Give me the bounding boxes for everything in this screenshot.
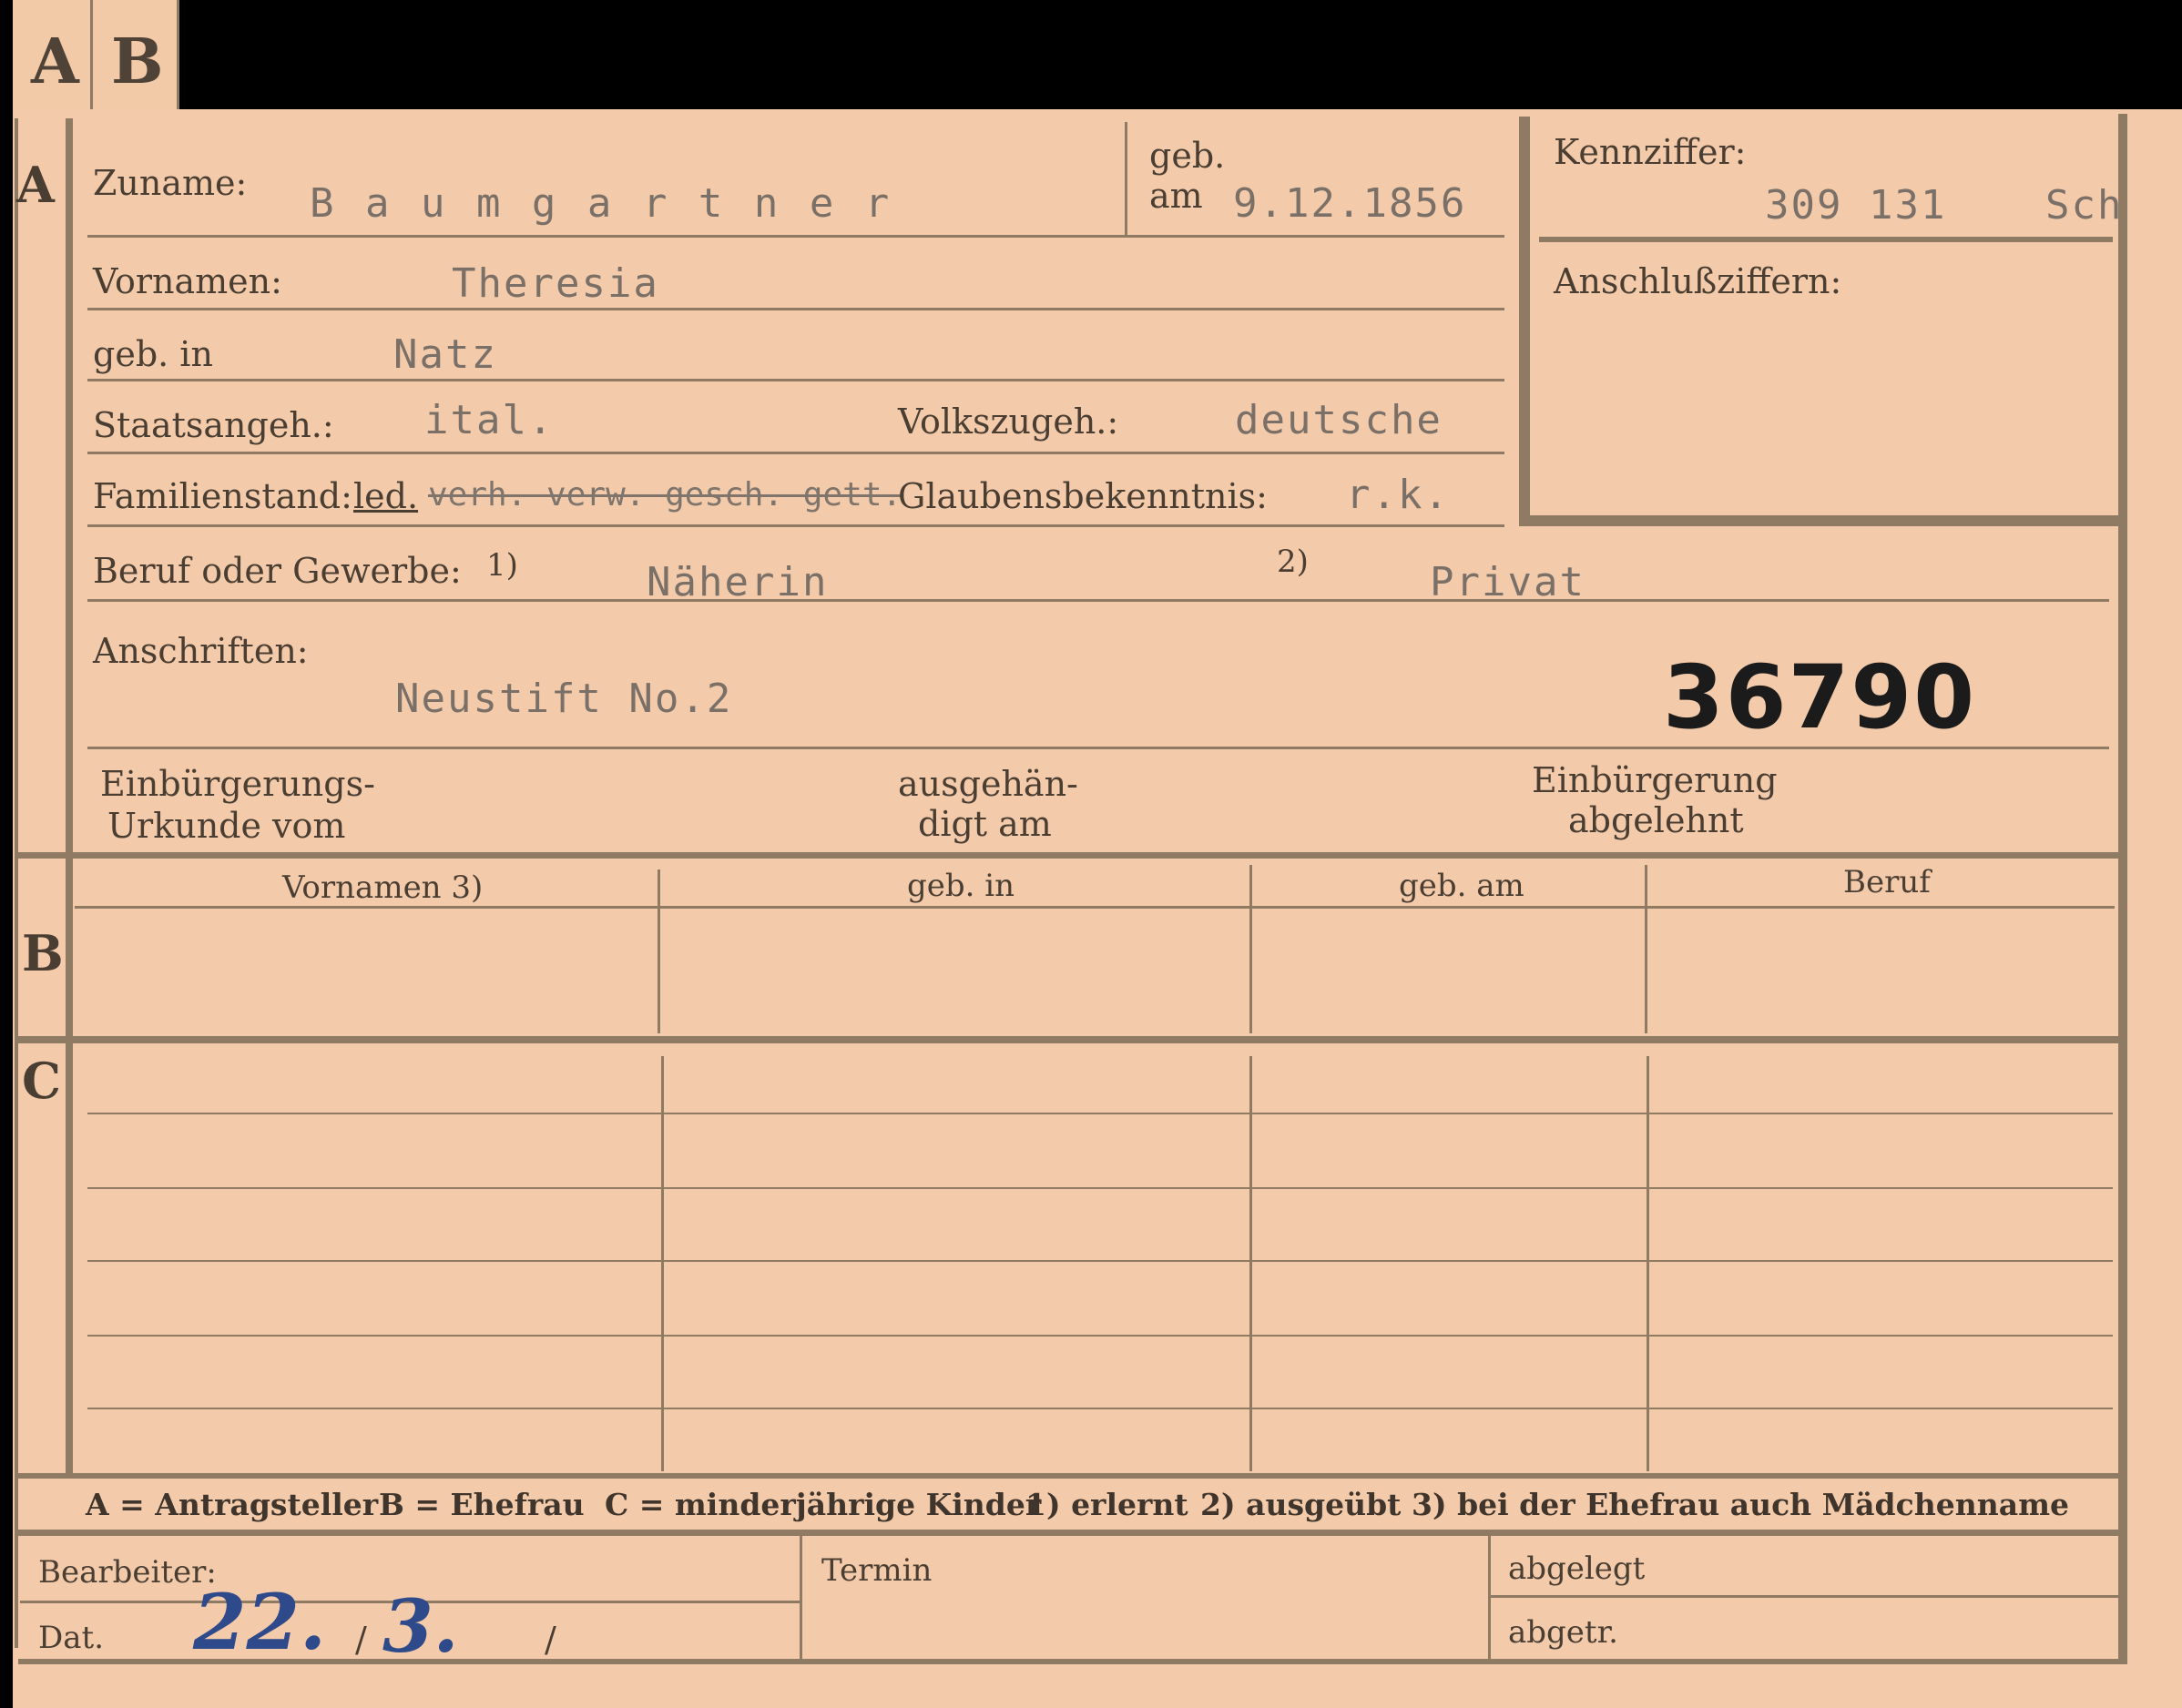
gebin-rule — [87, 379, 1504, 381]
anschriften-value: Neustift No.2 — [395, 676, 733, 722]
section-ab-separator — [18, 852, 2122, 859]
familienstand-label: Familienstand: — [93, 476, 352, 516]
ausgeh-label-1: ausgehän- — [898, 764, 1078, 804]
b-col-gebin: geb. in — [907, 868, 1015, 904]
geb-divider — [1125, 122, 1127, 235]
b-col-gebam: geb. am — [1399, 868, 1524, 904]
b-col-beruf: Beruf — [1843, 864, 1931, 900]
b-col2-divider — [1249, 865, 1252, 1033]
c-row-5 — [87, 1408, 2113, 1409]
kennziffer-suffix: Sch — [2045, 182, 2124, 229]
geb-in-value: Natz — [393, 331, 497, 378]
c-row-4 — [87, 1335, 2113, 1337]
familienstand-value: led. — [353, 476, 419, 516]
einb-abgelehnt-label-1: Einbürgerung — [1532, 760, 1778, 800]
geb-label: geb. — [1149, 136, 1226, 176]
zuname-rule — [87, 235, 1504, 238]
staats-rule — [87, 452, 1504, 454]
volkszugeh-label: Volkszugeh.: — [898, 402, 1119, 442]
tab-divider — [90, 0, 93, 115]
kennziffer-label: Kennziffer: — [1554, 132, 1747, 172]
footer-col1-divider — [800, 1535, 802, 1662]
bearbeiter-label: Bearbeiter: — [38, 1554, 217, 1591]
geb-in-label: geb. in — [93, 334, 213, 374]
legend-c: C = minderjährige Kinder — [605, 1487, 1042, 1522]
zuname-label: Zuname: — [93, 163, 248, 203]
familienstand-struck: verh. verw. gesch. gett. — [428, 476, 902, 513]
glauben-label: Glaubensbekenntnis: — [898, 476, 1268, 516]
b-col-vornamen: Vornamen 3) — [282, 869, 484, 906]
geb-am-value: 9.12.1856 — [1233, 180, 1467, 227]
einb-abgelehnt-label-2: abgelehnt — [1568, 800, 1744, 840]
legend-note-2: 2) ausgeübt — [1200, 1487, 1402, 1522]
legend-note-1: 1) erlernt — [1025, 1487, 1188, 1522]
index-card — [13, 109, 2182, 1708]
footer-abgelegt-rule — [1490, 1595, 2118, 1598]
kennziffer-rule — [1539, 237, 2113, 242]
b-header-rule — [75, 906, 2115, 909]
beruf-value-1: Näherin — [647, 559, 829, 605]
am-label: am — [1149, 176, 1203, 216]
kennziffer-box-bottom — [1519, 515, 2118, 526]
kennziffer-value: 309 131 — [1765, 182, 1947, 229]
beruf-label: Beruf oder Gewerbe: — [93, 551, 462, 591]
footer-col2-divider — [1488, 1535, 1491, 1662]
c-row-2 — [87, 1187, 2113, 1189]
beruf-value-2: Privat — [1430, 559, 1586, 605]
left-column-line — [66, 118, 73, 1475]
termin-label: Termin — [821, 1552, 933, 1589]
anschriften-label: Anschriften: — [93, 631, 309, 671]
section-a-letter: A — [16, 156, 55, 214]
staatsangeh-label: Staatsangeh.: — [93, 405, 334, 445]
legend-a: A = Antragsteller — [86, 1487, 379, 1522]
register-tabs: A B — [13, 0, 179, 115]
ausgeh-label-2: digt am — [918, 804, 1052, 844]
legend-b: B = Ehefrau — [379, 1487, 585, 1522]
einb-urkunde-label-2: Urkunde vom — [107, 806, 346, 846]
b-col3-divider — [1645, 865, 1647, 1033]
glauben-value: r.k. — [1346, 472, 1450, 518]
outer-left-border — [15, 118, 18, 1648]
vornamen-label: Vornamen: — [93, 261, 282, 301]
vornamen-value: Theresia — [452, 260, 659, 307]
section-b-letter: B — [22, 924, 64, 982]
c-row-3 — [87, 1260, 2113, 1262]
tab-a: A — [31, 25, 79, 98]
anschluss-label: Anschlußziffern: — [1554, 261, 1842, 301]
beruf-note-2: 2) — [1277, 544, 1309, 580]
dat-month: 3. — [382, 1583, 459, 1669]
dat-label: Dat. — [38, 1620, 105, 1656]
abgetr-label: abgetr. — [1508, 1614, 1618, 1651]
beruf-rule — [87, 599, 2109, 602]
tab-b: B — [111, 25, 164, 98]
dat-slash-2: / — [545, 1620, 556, 1660]
familien-rule — [87, 524, 1504, 527]
abgelegt-label: abgelegt — [1508, 1550, 1646, 1587]
dat-slash-1: / — [355, 1620, 367, 1660]
vornamen-rule — [87, 308, 1504, 310]
einb-urkunde-label-1: Einbürgerungs- — [100, 764, 375, 804]
c-row-1 — [87, 1113, 2113, 1114]
legend-bottom-rule — [18, 1530, 2122, 1536]
volkszugeh-value: deutsche — [1235, 397, 1443, 443]
footer-bottom-rule — [18, 1659, 2127, 1664]
dat-day: 22. — [193, 1577, 327, 1667]
right-border — [2118, 114, 2127, 1662]
beruf-note-1: 1) — [486, 547, 518, 584]
stamp-number: 36790 — [1663, 646, 1976, 748]
staatsangeh-value: ital. — [424, 397, 555, 443]
legend-note-3: 3) bei der Ehefrau auch Mädchenname — [1412, 1487, 2069, 1522]
b-col1-divider — [658, 869, 660, 1033]
legend-top-rule — [18, 1473, 2122, 1479]
kennziffer-box-left — [1519, 117, 1530, 526]
zuname-value: B a u m g a r t n e r — [310, 180, 893, 227]
section-bc-separator — [18, 1036, 2122, 1043]
section-c-letter: C — [22, 1052, 61, 1110]
